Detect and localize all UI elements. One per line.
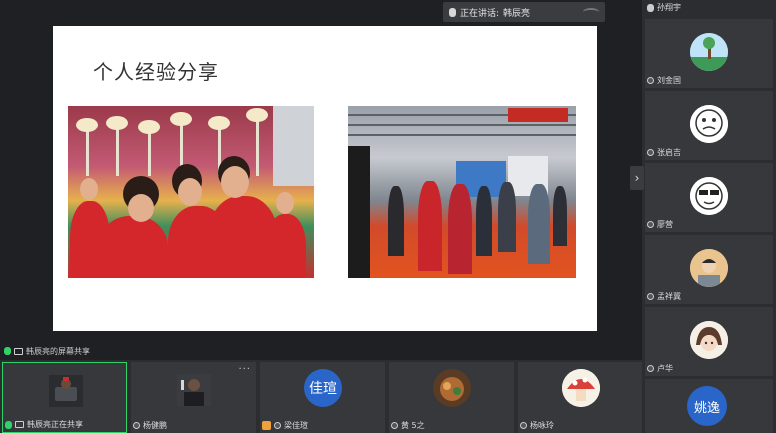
screen-share-text: 韩辰亮的屏幕共享 bbox=[26, 346, 90, 356]
microphone-icon bbox=[274, 422, 281, 429]
screen-share-icon bbox=[15, 421, 24, 428]
slide-photo-exhibition-hall bbox=[348, 106, 576, 278]
host-badge-icon bbox=[262, 421, 271, 430]
food-avatar-image bbox=[433, 369, 471, 407]
avatar: 佳瑄 bbox=[304, 369, 342, 407]
expand-panel-arrow[interactable]: › bbox=[630, 166, 644, 190]
microphone-icon bbox=[647, 3, 654, 12]
landscape-avatar-image bbox=[690, 33, 728, 71]
mushroom-avatar-image bbox=[562, 369, 600, 407]
participant-tile-active[interactable]: 韩辰亮正在共享 bbox=[2, 362, 127, 433]
microphone-icon bbox=[133, 422, 140, 429]
microphone-icon bbox=[647, 221, 654, 228]
microphone-icon bbox=[391, 422, 398, 429]
microphone-icon bbox=[520, 422, 527, 429]
microphone-icon bbox=[647, 77, 654, 84]
participant-name-tag: 卢华 bbox=[647, 362, 673, 375]
participant-sidebar: 孙翔宇 刘金国 张启吉 廖营 孟祥冀 卢华 姚逸 bbox=[645, 0, 776, 433]
avatar bbox=[690, 33, 728, 71]
participant-name-tag: 杨健鹏 bbox=[133, 419, 167, 432]
meme-face-avatar-image bbox=[690, 105, 728, 143]
participant-name-tag: 梁佳瑄 bbox=[262, 419, 308, 432]
participant-name-tag: 孟祥冀 bbox=[647, 290, 681, 303]
active-speaker-bar: 正在讲话: 韩辰亮 bbox=[443, 2, 605, 22]
microphone-icon bbox=[647, 293, 654, 300]
microphone-icon bbox=[5, 420, 12, 429]
microphone-icon bbox=[647, 365, 654, 372]
avatar bbox=[690, 177, 728, 215]
slide-title: 个人经验分享 bbox=[93, 60, 219, 84]
participant-tile[interactable]: 张启吉 bbox=[645, 91, 773, 160]
participant-tile[interactable]: 刘金国 bbox=[645, 19, 773, 88]
video-feed-icon bbox=[49, 375, 83, 407]
participant-name-tag: 刘金国 bbox=[647, 74, 681, 87]
participant-name-tag: 杨咏玲 bbox=[520, 419, 554, 432]
participant-tile[interactable]: 卢华 bbox=[645, 307, 773, 376]
more-options-icon[interactable]: ··· bbox=[238, 364, 251, 375]
avatar bbox=[562, 369, 600, 407]
participant-name-tag: 廖营 bbox=[647, 218, 673, 231]
avatar bbox=[433, 369, 471, 407]
participant-tile[interactable]: 孟祥冀 bbox=[645, 235, 773, 304]
participant-name-tag: 黄 5之 bbox=[391, 419, 425, 432]
video-feed-icon bbox=[177, 374, 211, 406]
speaker-name: 韩辰亮 bbox=[503, 8, 531, 19]
participant-tile[interactable]: ··· 杨健鹏 bbox=[131, 362, 256, 433]
man-portrait-avatar-image bbox=[690, 249, 728, 287]
participant-tile[interactable]: 佳瑄 梁佳瑄 bbox=[260, 362, 385, 433]
participant-tile[interactable]: 黄 5之 bbox=[389, 362, 514, 433]
participant-tile[interactable]: 廖营 bbox=[645, 163, 773, 232]
anime-girl-avatar-image bbox=[690, 321, 728, 359]
screen-share-icon bbox=[14, 347, 23, 355]
avatar bbox=[690, 321, 728, 359]
presentation-slide: 个人经验分享 bbox=[53, 26, 597, 331]
chevron-right-icon: › bbox=[634, 171, 640, 185]
shared-screen-area: 正在讲话: 韩辰亮 个人经验分享 › 韩辰亮的屏幕共享 bbox=[0, 0, 644, 360]
audio-wave-icon bbox=[583, 8, 599, 16]
microphone-icon bbox=[4, 347, 11, 355]
participant-name-tag: 张启吉 bbox=[647, 146, 681, 159]
participant-tile[interactable]: 杨咏玲 bbox=[518, 362, 642, 433]
avatar: 姚逸 bbox=[687, 386, 727, 426]
sunglasses-face-avatar-image bbox=[690, 177, 728, 215]
avatar bbox=[690, 105, 728, 143]
slide-photo-group-hug bbox=[68, 106, 314, 278]
microphone-icon bbox=[647, 149, 654, 156]
participant-name-tag: 韩辰亮正在共享 bbox=[5, 418, 83, 431]
speaker-label: 正在讲话: bbox=[460, 8, 500, 19]
screen-share-status: 韩辰亮的屏幕共享 bbox=[4, 344, 90, 358]
participant-name-top: 孙翔宇 bbox=[647, 2, 681, 13]
avatar bbox=[690, 249, 728, 287]
microphone-icon bbox=[449, 7, 456, 17]
